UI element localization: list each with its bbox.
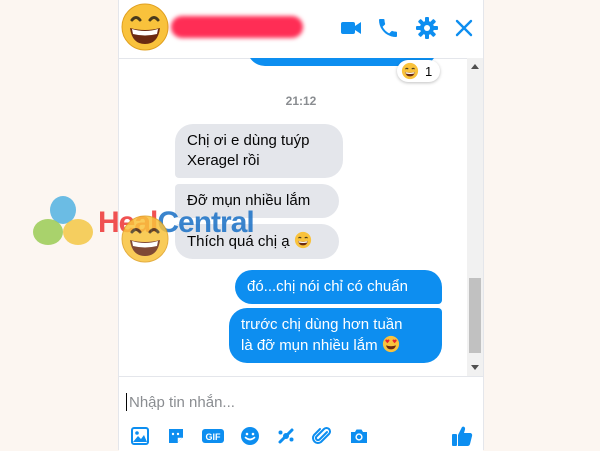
emoji-icon[interactable] — [239, 425, 261, 447]
redacted-contact-name — [171, 16, 303, 38]
text-caret — [126, 393, 127, 411]
message-text-line: là đỡ mụn nhiều lắm — [241, 337, 378, 354]
camera-icon[interactable] — [348, 425, 370, 447]
grinning-emoji-avatar-icon[interactable] — [120, 2, 170, 52]
gif-icon[interactable]: GIF — [201, 425, 225, 447]
scroll-thumb[interactable] — [469, 278, 481, 353]
message-text-line: trước chị dùng hơn tuần — [241, 316, 403, 333]
outgoing-message[interactable]: đó...chị nói chỉ có chuẩn — [235, 270, 442, 304]
message-input[interactable] — [129, 391, 459, 413]
message-timestamp: 21:12 — [285, 94, 317, 108]
outgoing-message[interactable]: trước chị dùng hơn tuần là đỡ mụn nhiều … — [229, 308, 442, 363]
message-composer: GIF — [119, 376, 483, 451]
message-text-line: Xeragel rồi — [187, 152, 260, 169]
grinning-emoji-icon — [401, 62, 419, 80]
message-reaction[interactable]: 1 — [397, 60, 441, 82]
incoming-message[interactable]: Chị ơi e dùng tuýp Xeragel rồi — [175, 124, 343, 178]
reaction-count: 1 — [425, 63, 433, 79]
clover-logo-icon — [33, 196, 93, 245]
scroll-down-arrow-icon[interactable] — [471, 365, 479, 370]
heart-eyes-emoji-icon — [382, 335, 399, 353]
attach-icon[interactable] — [311, 425, 333, 447]
watermark-text-central: Central — [157, 206, 254, 239]
phone-icon[interactable] — [376, 16, 400, 40]
game-icon[interactable] — [275, 425, 297, 447]
sticker-icon[interactable] — [165, 425, 187, 447]
close-icon[interactable] — [452, 16, 476, 40]
scrollbar[interactable] — [467, 58, 483, 376]
image-icon[interactable] — [129, 425, 151, 447]
scroll-up-arrow-icon[interactable] — [471, 64, 479, 69]
grinning-emoji-overlay-icon — [121, 215, 169, 263]
gear-icon[interactable] — [415, 16, 439, 40]
chat-header — [119, 0, 483, 59]
grinning-emoji-icon — [294, 231, 311, 249]
message-text-line: Chị ơi e dùng tuýp — [187, 132, 310, 149]
thumbs-up-icon[interactable] — [449, 423, 475, 449]
message-text: đó...chị nói chỉ có chuẩn — [247, 278, 408, 295]
gif-label: GIF — [206, 432, 222, 442]
video-call-icon[interactable] — [339, 16, 363, 40]
